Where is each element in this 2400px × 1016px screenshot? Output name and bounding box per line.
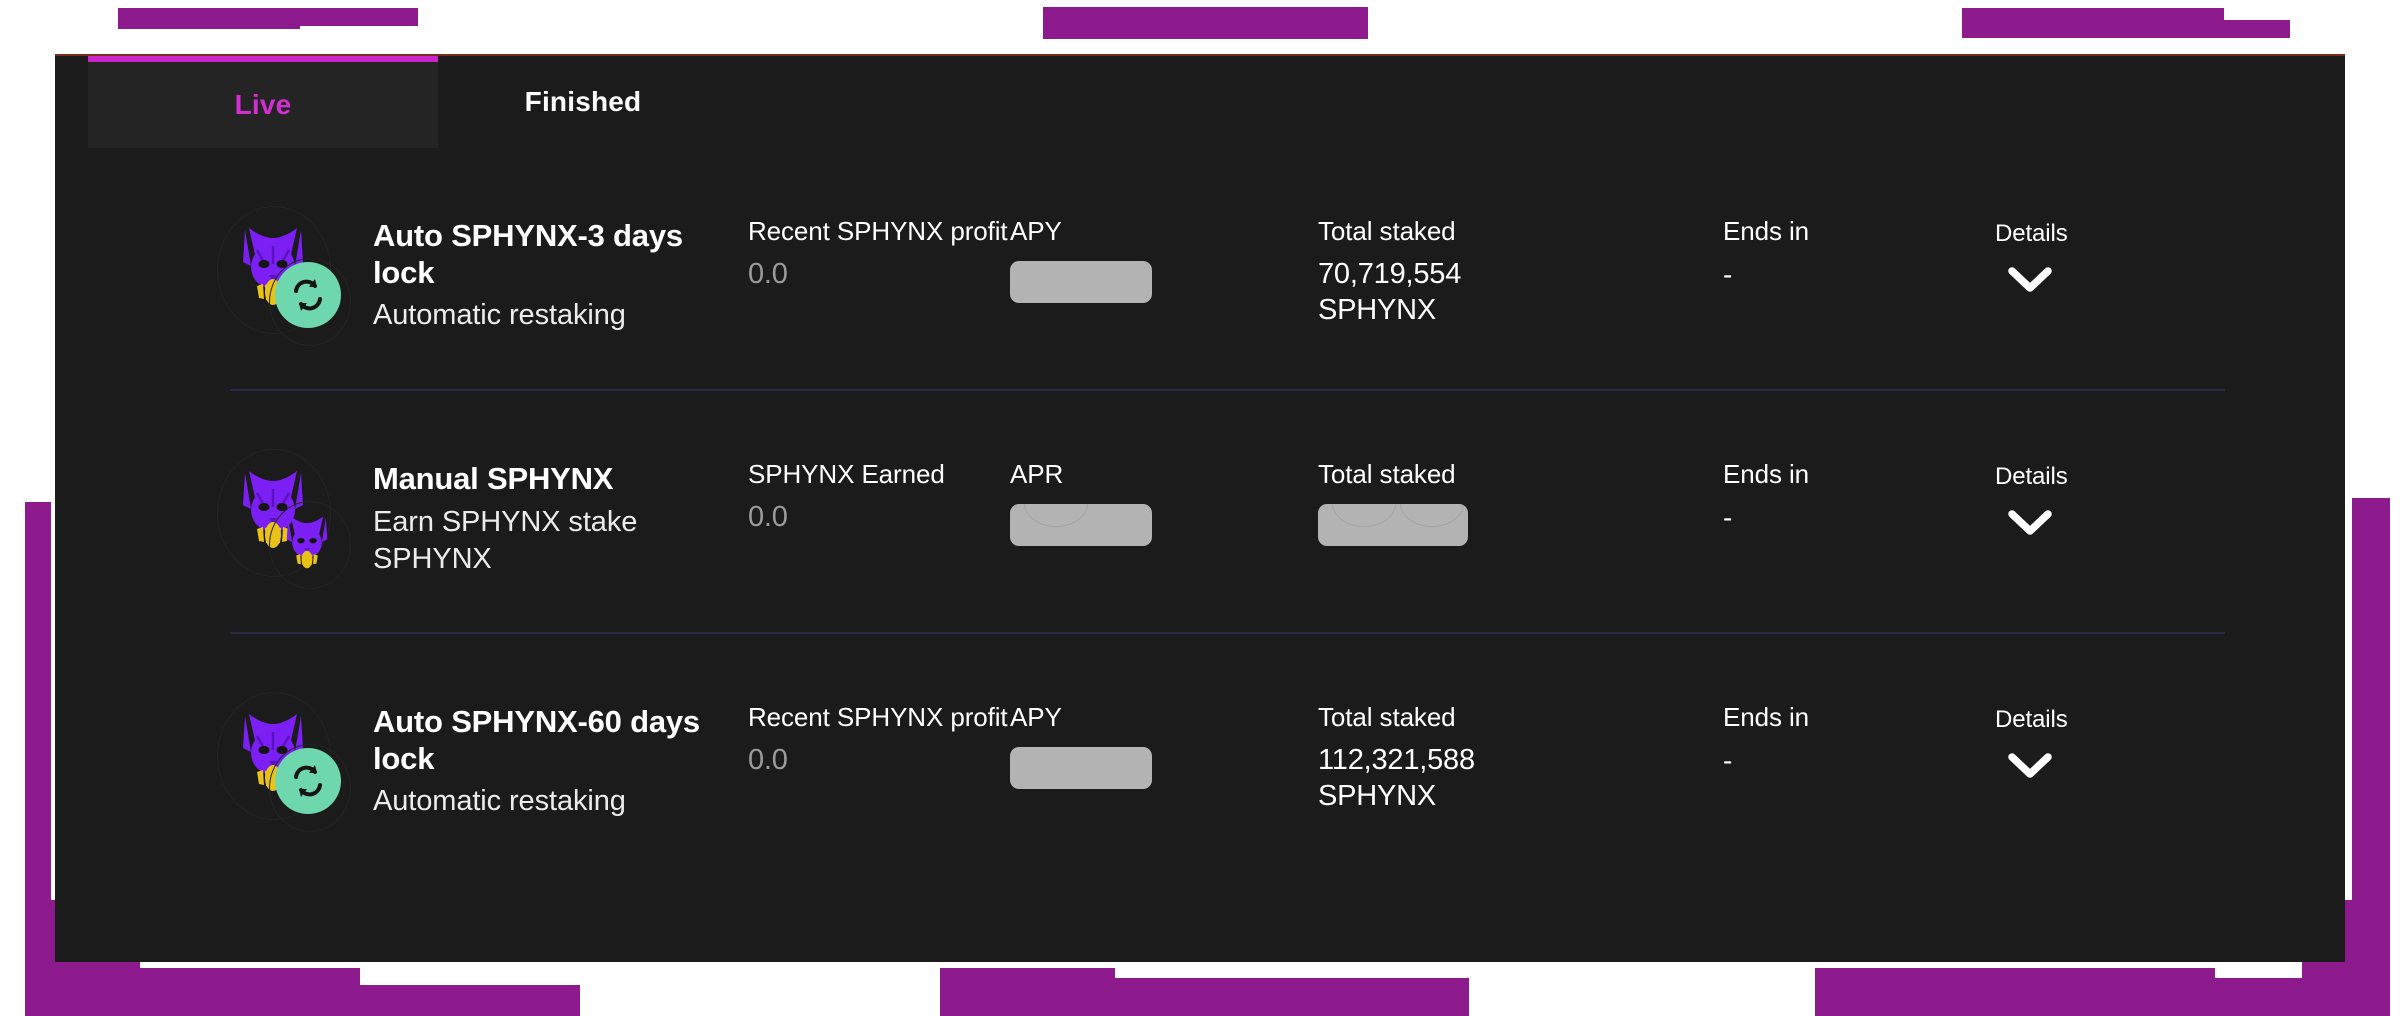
- pool-staked-cell: Total staked: [1318, 459, 1723, 547]
- details-label: Details: [1995, 463, 2068, 490]
- pool-subtitle: Automatic restaking: [373, 299, 626, 332]
- profit-value: 0.0: [748, 501, 788, 534]
- deco-bar-bottom-right-2: [2214, 978, 2302, 1016]
- chevron-down-icon[interactable]: [2007, 750, 2195, 785]
- staked-label: Total staked: [1318, 459, 1456, 489]
- pool-ends-cell: Ends in -: [1723, 459, 1995, 535]
- pool-rate-cell: APY: [1010, 216, 1318, 304]
- ends-label: Ends in: [1723, 702, 1810, 732]
- pool-title: Manual SPHYNX: [373, 461, 614, 496]
- pool-name-cell: Manual SPHYNX Earn SPHYNX stake SPHYNX: [373, 461, 748, 579]
- pool-staked-cell: Total staked 70,719,554 SPHYNX: [1318, 216, 1723, 328]
- skeleton-shimmer: [1024, 504, 1088, 528]
- pool-list: Auto SPHYNX-3 days lock Automatic restak…: [55, 148, 2345, 877]
- details-label: Details: [1995, 706, 2068, 733]
- staked-value: 112,321,588 SPHYNX: [1318, 744, 1475, 812]
- pools-card: Live Finished Auto SPHYNX-3 days lock Au…: [55, 54, 2345, 962]
- skeleton-shimmer: [1332, 504, 1396, 528]
- table-row[interactable]: Manual SPHYNX Earn SPHYNX stake SPHYNX S…: [55, 391, 2345, 634]
- ends-value: -: [1723, 745, 1733, 777]
- rate-label: APY: [1010, 216, 1062, 246]
- tab-live-label: Live: [234, 89, 292, 120]
- skeleton-shimmer: [1400, 504, 1464, 528]
- pool-details-toggle[interactable]: Details: [1995, 463, 2195, 542]
- ends-label: Ends in: [1723, 216, 1810, 246]
- tab-finished-label: Finished: [524, 86, 642, 117]
- deco-bar-bottom-center-2: [1114, 978, 1469, 1016]
- table-row[interactable]: Auto SPHYNX-60 days lock Automatic resta…: [55, 634, 2345, 877]
- profit-label: SPHYNX Earned: [748, 459, 945, 489]
- pool-subtitle: Earn SPHYNX stake SPHYNX: [373, 505, 638, 576]
- tab-live[interactable]: Live: [88, 56, 438, 148]
- pool-profit-cell: Recent SPHYNX profit 0.0: [748, 702, 1010, 779]
- pool-details-toggle[interactable]: Details: [1995, 706, 2195, 785]
- deco-bar-right-vertical: [2352, 498, 2390, 918]
- chevron-down-icon[interactable]: [2007, 507, 2195, 542]
- restake-icon: [275, 262, 341, 328]
- sphynx-small-icon: [286, 516, 328, 569]
- rate-loading-skeleton: [1010, 504, 1152, 547]
- ends-value: -: [1723, 259, 1733, 291]
- deco-bar-left-vertical: [25, 502, 51, 912]
- staked-loading-skeleton: [1318, 504, 1468, 547]
- profit-label: Recent SPHYNX profit: [748, 216, 1008, 246]
- restake-icon: [275, 748, 341, 814]
- details-label: Details: [1995, 220, 2068, 247]
- pool-title: Auto SPHYNX-3 days lock: [373, 218, 683, 290]
- staked-value: 70,719,554 SPHYNX: [1318, 258, 1462, 326]
- deco-bar-top-left-2: [118, 20, 300, 29]
- deco-bar-bottom-right: [1815, 968, 2215, 1016]
- deco-bar-bottom-center: [940, 968, 1115, 1016]
- pool-name-cell: Auto SPHYNX-3 days lock Automatic restak…: [373, 218, 748, 335]
- pool-icon-group: [217, 449, 351, 599]
- pool-status-tabs: Live Finished: [88, 56, 728, 148]
- deco-bar-bottom-left-2: [360, 985, 580, 1016]
- pool-ends-cell: Ends in -: [1723, 702, 1995, 778]
- pool-rate-cell: APR: [1010, 459, 1318, 547]
- pool-staked-cell: Total staked 112,321,588 SPHYNX: [1318, 702, 1723, 814]
- profit-value: 0.0: [748, 258, 788, 291]
- table-row[interactable]: Auto SPHYNX-3 days lock Automatic restak…: [55, 148, 2345, 391]
- tab-finished[interactable]: Finished: [438, 56, 728, 148]
- profit-label: Recent SPHYNX profit: [748, 702, 1008, 732]
- staked-label: Total staked: [1318, 702, 1456, 732]
- rate-loading-skeleton: [1010, 747, 1152, 790]
- deco-bar-top-center: [1043, 7, 1368, 39]
- pool-subtitle: Automatic restaking: [373, 785, 626, 818]
- deco-bar-top-right-2: [1962, 20, 2290, 38]
- pool-profit-cell: Recent SPHYNX profit 0.0: [748, 216, 1010, 293]
- chevron-down-icon[interactable]: [2007, 264, 2195, 299]
- rate-loading-skeleton: [1010, 261, 1152, 304]
- pool-icon-group: [217, 692, 351, 842]
- deco-bar-bottom-left: [25, 968, 360, 1016]
- staked-label: Total staked: [1318, 216, 1456, 246]
- pool-rate-cell: APY: [1010, 702, 1318, 790]
- ends-label: Ends in: [1723, 459, 1810, 489]
- ends-value: -: [1723, 502, 1733, 534]
- pool-title: Auto SPHYNX-60 days lock: [373, 704, 700, 776]
- rate-label: APY: [1010, 702, 1062, 732]
- pool-profit-cell: SPHYNX Earned 0.0: [748, 459, 1010, 536]
- rate-label: APR: [1010, 459, 1064, 489]
- pool-name-cell: Auto SPHYNX-60 days lock Automatic resta…: [373, 704, 748, 821]
- pool-ends-cell: Ends in -: [1723, 216, 1995, 292]
- pool-details-toggle[interactable]: Details: [1995, 220, 2195, 299]
- profit-value: 0.0: [748, 744, 788, 777]
- pool-icon-group: [217, 206, 351, 356]
